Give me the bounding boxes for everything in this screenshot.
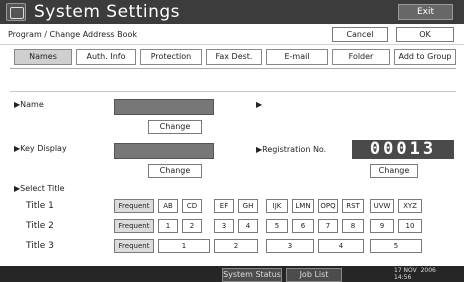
title-2-option[interactable]: 8: [342, 219, 364, 233]
title-1-option[interactable]: IJK: [266, 199, 288, 213]
tab-add-to-group[interactable]: Add to Group: [394, 49, 456, 65]
window-title: System Settings: [34, 2, 181, 22]
title-1-option[interactable]: RST: [342, 199, 364, 213]
name-label: ▶Name: [14, 100, 44, 109]
title-2-option[interactable]: 5: [266, 219, 288, 233]
registration-number: 00013: [352, 140, 454, 159]
tab-auth-info[interactable]: Auth. Info: [76, 49, 136, 65]
header-divider: [0, 44, 464, 45]
key-display-change-button[interactable]: Change: [148, 164, 202, 178]
title-3-option[interactable]: 5: [370, 239, 422, 253]
title-2-option[interactable]: 4: [238, 219, 258, 233]
ok-button[interactable]: OK: [396, 27, 454, 42]
title-1-option[interactable]: UVW: [370, 199, 394, 213]
title-3-label: Title 3: [26, 241, 54, 251]
title-2-option[interactable]: 3: [214, 219, 234, 233]
divider: [10, 91, 456, 92]
title-3-option[interactable]: 2: [214, 239, 258, 253]
title-2-option[interactable]: 6: [292, 219, 314, 233]
time-text: 14:56: [394, 274, 412, 281]
title-1-option[interactable]: LMN: [292, 199, 314, 213]
date-text: 17 NOV 2006: [394, 267, 436, 274]
title-2-option[interactable]: 2: [182, 219, 202, 233]
title-1-option[interactable]: EF: [214, 199, 234, 213]
title-2-option[interactable]: 7: [318, 219, 338, 233]
tab-protection[interactable]: Protection: [140, 49, 202, 65]
cancel-button[interactable]: Cancel: [332, 27, 388, 42]
title-1-label: Title 1: [26, 201, 54, 211]
title-2-option[interactable]: 9: [370, 219, 394, 233]
tab-names[interactable]: Names: [14, 49, 72, 65]
title-1-option[interactable]: CD: [182, 199, 202, 213]
registration-change-button[interactable]: Change: [370, 164, 418, 178]
job-list-button[interactable]: Job List: [286, 268, 342, 282]
title-3-option[interactable]: 4: [318, 239, 364, 253]
tab-email[interactable]: E-mail: [266, 49, 328, 65]
name-change-button[interactable]: Change: [148, 120, 202, 134]
title-2-label: Title 2: [26, 221, 54, 231]
date-time: 17 NOV 2006 14:56: [394, 267, 436, 281]
exit-button[interactable]: Exit: [398, 4, 453, 20]
system-status-button[interactable]: System Status: [222, 268, 282, 282]
title-2-option[interactable]: 1: [158, 219, 178, 233]
key-display-field[interactable]: [114, 143, 214, 159]
system-settings-icon: [6, 3, 26, 21]
title-2-option[interactable]: 10: [398, 219, 422, 233]
tab-fax-dest[interactable]: Fax Dest.: [206, 49, 262, 65]
title-3-option[interactable]: 3: [266, 239, 314, 253]
title-1-option[interactable]: AB: [158, 199, 178, 213]
title-1-frequent[interactable]: Frequent: [114, 199, 154, 213]
title-1-option[interactable]: XYZ: [398, 199, 422, 213]
right-marker: ▶: [256, 100, 263, 109]
select-title-label: ▶Select Title: [14, 184, 65, 193]
breadcrumb: Program / Change Address Book: [8, 30, 138, 39]
title-1-option[interactable]: GH: [238, 199, 258, 213]
title-3-option[interactable]: 1: [158, 239, 210, 253]
title-3-frequent[interactable]: Frequent: [114, 239, 154, 253]
tab-underline: [10, 68, 456, 69]
tab-folder[interactable]: Folder: [332, 49, 390, 65]
name-field[interactable]: [114, 99, 214, 115]
title-1-option[interactable]: OPQ: [318, 199, 338, 213]
title-2-frequent[interactable]: Frequent: [114, 219, 154, 233]
registration-label: ▶Registration No.: [256, 145, 327, 154]
key-display-label: ▶Key Display: [14, 144, 67, 153]
